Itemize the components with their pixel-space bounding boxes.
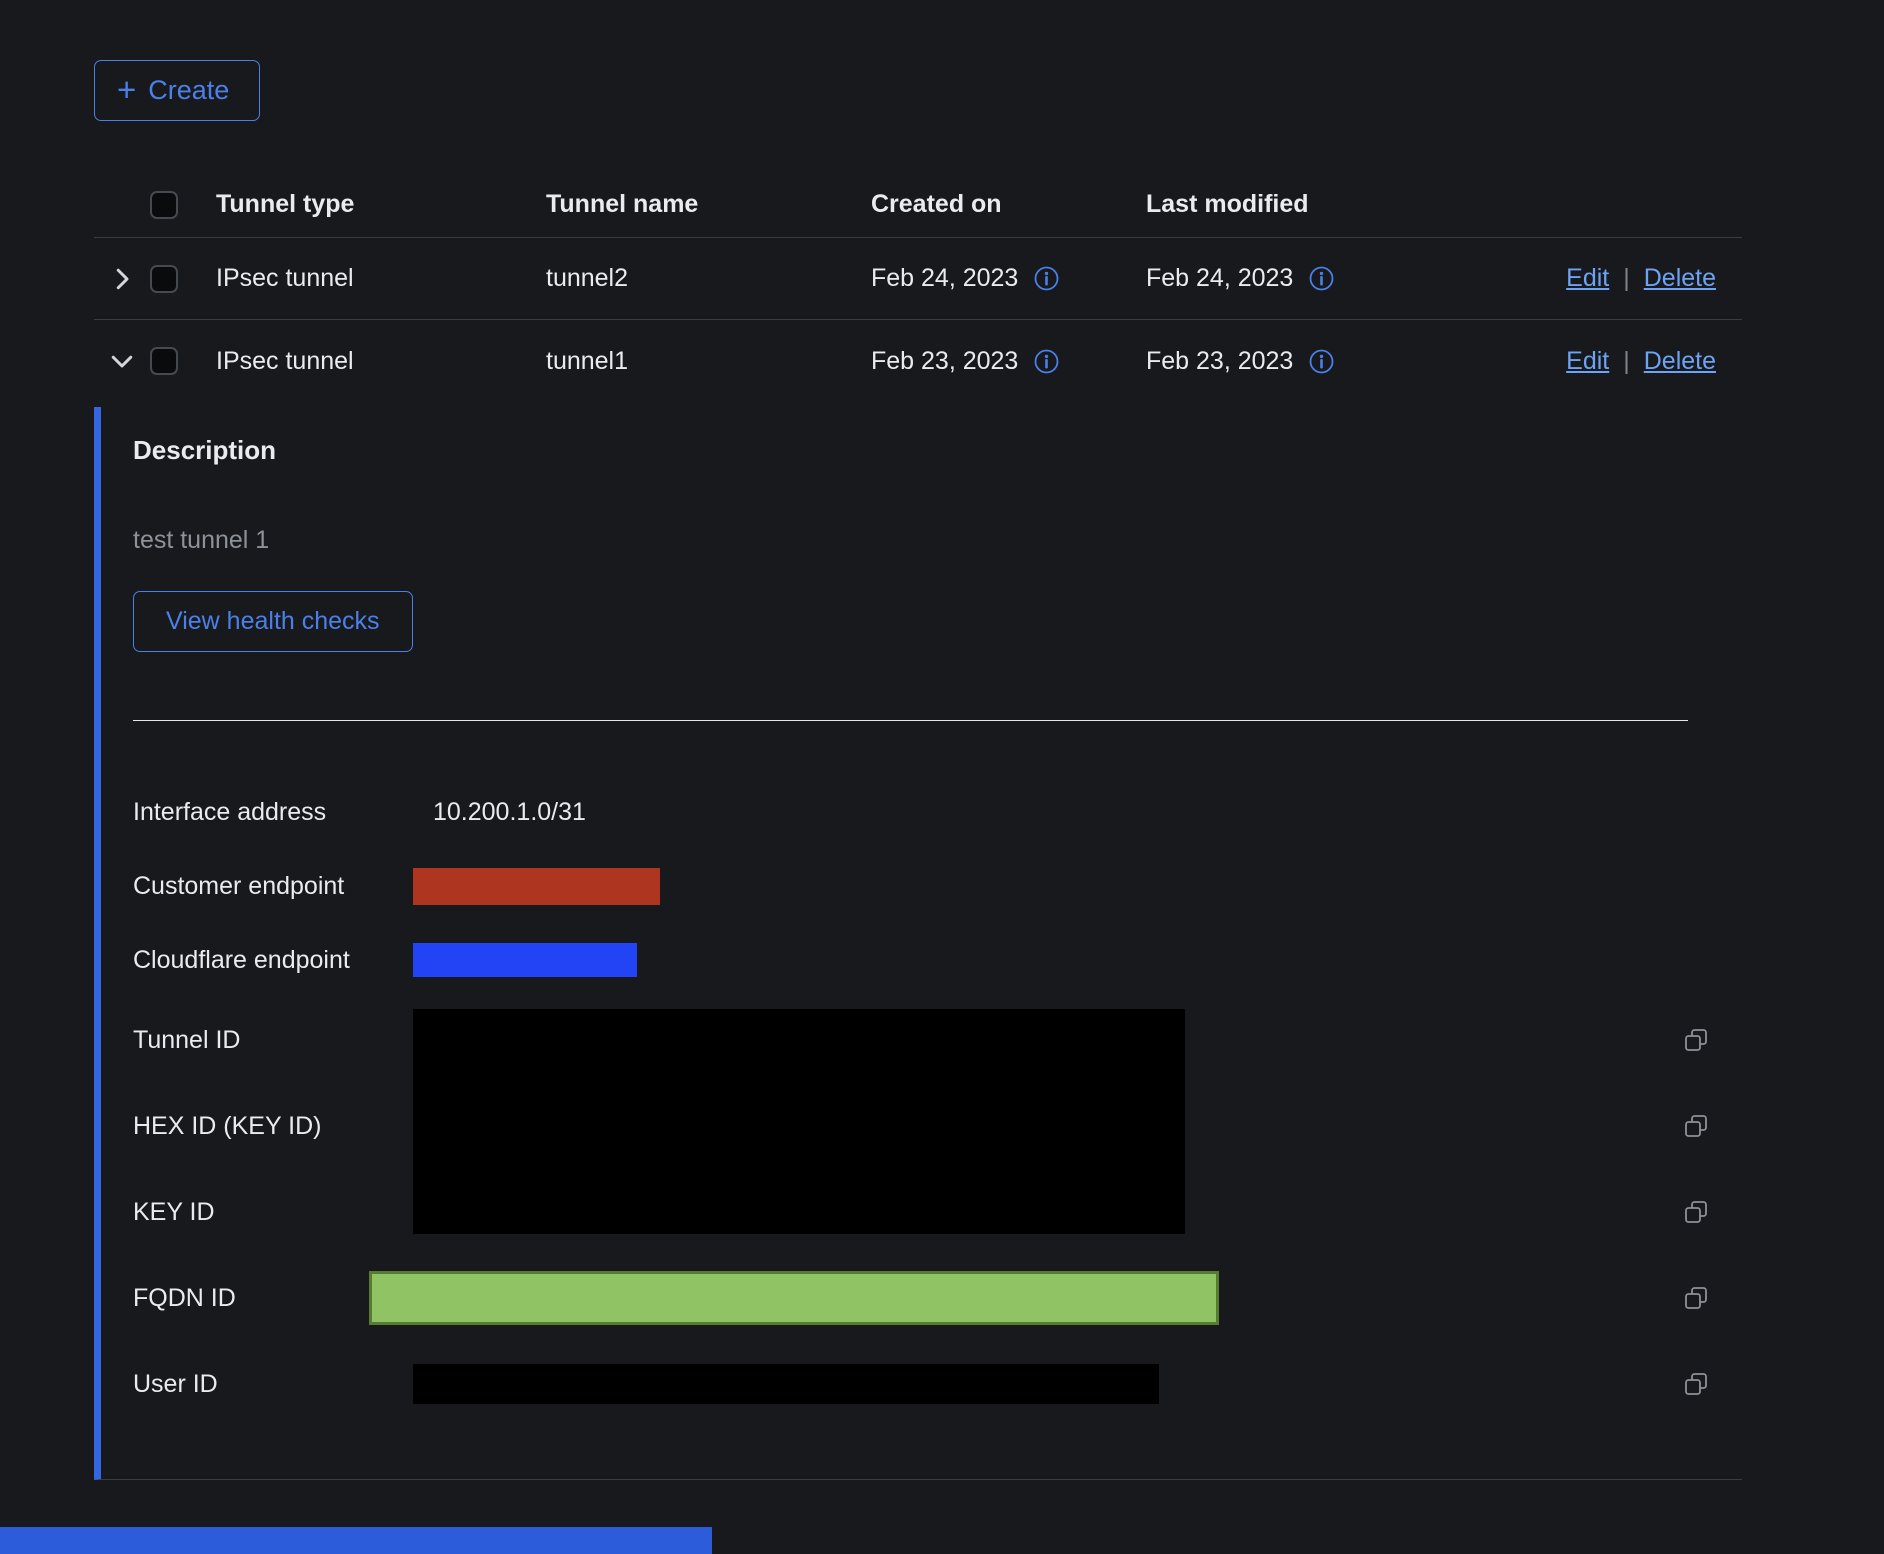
hex-id-label: HEX ID (KEY ID) (133, 1112, 413, 1141)
tunnel-name-cell: tunnel2 (546, 264, 871, 293)
tunnel-fields: Interface address 10.200.1.0/31 Customer… (133, 775, 1724, 1427)
row-checkbox[interactable] (150, 347, 178, 375)
plus-icon: + (117, 73, 136, 106)
copy-user-id-icon[interactable] (1681, 1369, 1711, 1399)
horizontal-scrollbar-thumb[interactable] (0, 1527, 712, 1554)
info-icon[interactable] (1033, 265, 1060, 292)
fqdn-id-row: FQDN ID (133, 1255, 1724, 1341)
user-id-label: User ID (133, 1370, 413, 1399)
customer-endpoint-label: Customer endpoint (133, 872, 413, 901)
copy-fqdn-id-icon[interactable] (1681, 1283, 1711, 1313)
info-icon[interactable] (1033, 348, 1060, 375)
copy-tunnel-id-icon[interactable] (1681, 1025, 1711, 1055)
tunnel-detail-panel: Description test tunnel 1 View health ch… (94, 407, 1742, 1480)
info-icon[interactable] (1308, 265, 1335, 292)
interface-address-label: Interface address (133, 798, 413, 827)
section-divider (133, 720, 1688, 721)
user-id-redacted-value (413, 1364, 1159, 1404)
tunnels-page: + Create Tunnel type Tunnel name Created… (0, 0, 1884, 1554)
interface-address-row: Interface address 10.200.1.0/31 (133, 775, 1724, 849)
table-row: IPsec tunnel tunnel1 Feb 23, 2023 Feb 23… (94, 320, 1742, 402)
copy-hex-id-icon[interactable] (1681, 1111, 1711, 1141)
copy-key-id-icon[interactable] (1681, 1197, 1711, 1227)
last-modified-cell: Feb 23, 2023 (1146, 347, 1293, 376)
create-button-label: Create (148, 75, 229, 106)
header-tunnel-name: Tunnel name (546, 190, 871, 219)
action-separator: | (1623, 264, 1630, 293)
action-separator: | (1623, 347, 1630, 376)
fqdn-id-redacted-value (369, 1271, 1219, 1325)
description-value: test tunnel 1 (133, 525, 1724, 555)
view-health-checks-button[interactable]: View health checks (133, 591, 413, 652)
last-modified-cell: Feb 24, 2023 (1146, 264, 1293, 293)
expand-row-chevron-right-icon[interactable] (107, 264, 137, 294)
cloudflare-endpoint-redacted-value (413, 943, 637, 977)
tunnel-id-label: Tunnel ID (133, 1026, 413, 1055)
info-icon[interactable] (1308, 348, 1335, 375)
table-header-row: Tunnel type Tunnel name Created on Last … (94, 172, 1742, 238)
header-last-modified: Last modified (1146, 190, 1521, 219)
edit-link[interactable]: Edit (1566, 347, 1609, 376)
created-on-cell: Feb 24, 2023 (871, 264, 1018, 293)
key-id-label: KEY ID (133, 1198, 413, 1227)
tunnel-ids-group: Tunnel ID HEX ID (KEY ID) (133, 997, 1724, 1255)
create-button[interactable]: + Create (94, 60, 260, 121)
collapse-row-chevron-down-icon[interactable] (107, 346, 137, 376)
tunnel-type-cell: IPsec tunnel (216, 264, 546, 293)
header-tunnel-type: Tunnel type (216, 190, 546, 219)
tunnel-type-cell: IPsec tunnel (216, 347, 546, 376)
tunnels-table: Tunnel type Tunnel name Created on Last … (94, 172, 1742, 402)
user-id-row: User ID (133, 1341, 1724, 1427)
customer-endpoint-row: Customer endpoint (133, 849, 1724, 923)
header-created-on: Created on (871, 190, 1146, 219)
delete-link[interactable]: Delete (1644, 347, 1716, 376)
row-checkbox[interactable] (150, 265, 178, 293)
created-on-cell: Feb 23, 2023 (871, 347, 1018, 376)
interface-address-value: 10.200.1.0/31 (413, 798, 586, 827)
delete-link[interactable]: Delete (1644, 264, 1716, 293)
tunnel-name-cell: tunnel1 (546, 347, 871, 376)
select-all-checkbox[interactable] (150, 191, 178, 219)
cloudflare-endpoint-label: Cloudflare endpoint (133, 946, 413, 975)
tunnel-ids-redacted-value (413, 1009, 1185, 1234)
customer-endpoint-redacted-value (413, 868, 660, 905)
cloudflare-endpoint-row: Cloudflare endpoint (133, 923, 1724, 997)
description-label: Description (133, 435, 1724, 465)
edit-link[interactable]: Edit (1566, 264, 1609, 293)
table-row: IPsec tunnel tunnel2 Feb 24, 2023 Feb 24… (94, 238, 1742, 320)
